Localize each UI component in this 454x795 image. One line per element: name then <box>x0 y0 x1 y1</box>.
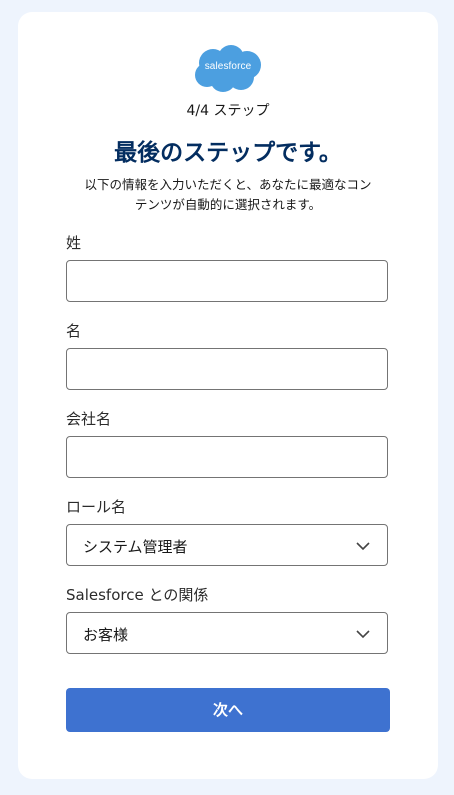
salesforce-logo: salesforce <box>191 43 265 95</box>
chevron-down-icon <box>356 630 370 639</box>
role-label: ロール名 <box>66 498 127 516</box>
company-label: 会社名 <box>66 410 112 428</box>
role-select-value: システム管理者 <box>83 538 188 556</box>
relationship-select-value: お客様 <box>83 626 129 644</box>
page-description: 以下の情報を入力いただくと、あなたに最適なコン テンツが自動的に選択されます。 <box>38 175 418 215</box>
logo-text: salesforce <box>204 61 252 72</box>
relationship-label: Salesforce との関係 <box>66 586 209 604</box>
description-line-2: テンツが自動的に選択されます。 <box>134 197 322 212</box>
company-input[interactable] <box>66 436 388 478</box>
first-name-label: 名 <box>66 322 82 340</box>
relationship-select[interactable]: お客様 <box>66 612 388 654</box>
step-indicator: 4/4 ステップ <box>186 103 270 119</box>
signup-card: salesforce 4/4 ステップ 最後のステップです。 以下の情報を入力い… <box>18 12 438 779</box>
last-name-label: 姓 <box>66 234 82 252</box>
description-line-1: 以下の情報を入力いただくと、あなたに最適なコン <box>84 177 372 192</box>
next-button[interactable]: 次へ <box>66 688 390 732</box>
last-name-input[interactable] <box>66 260 388 302</box>
chevron-down-icon <box>356 542 370 551</box>
role-select[interactable]: システム管理者 <box>66 524 388 566</box>
first-name-input[interactable] <box>66 348 388 390</box>
page-title: 最後のステップです。 <box>114 140 342 166</box>
